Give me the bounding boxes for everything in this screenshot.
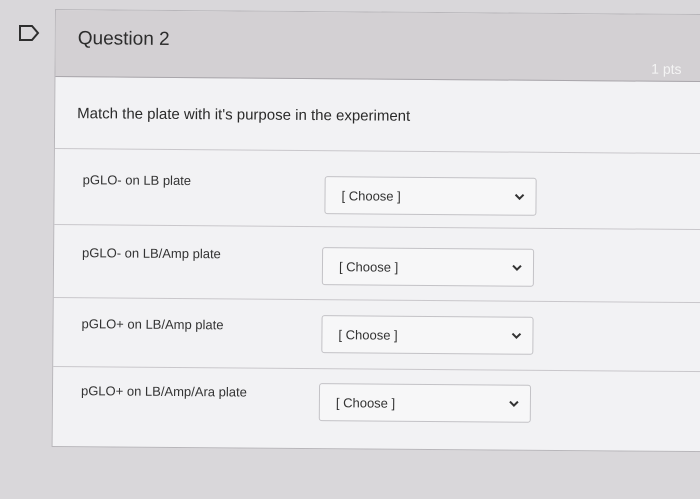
divider [54,148,700,155]
select-value: [ Choose ] [338,259,399,275]
row-label-pglo-plus-lb-amp: pGLO+ on LB/Amp plate [81,316,224,333]
divider [53,365,700,373]
match-select-4[interactable]: [ Choose ] [318,383,532,423]
divider [53,296,700,304]
chevron-down-icon [509,400,519,408]
row-label-pglo-plus-lb-amp-ara: pGLO+ on LB/Amp/Ara plate [80,383,247,400]
divider [54,224,700,231]
select-value: [ Choose ] [335,395,396,411]
row-label-pglo-minus-lb-amp: pGLO- on LB/Amp plate [82,245,221,262]
select-value: [ Choose ] [341,188,401,204]
question-card: Question 2 1 pts Match the plate with it… [51,9,700,453]
chevron-down-icon [512,264,522,272]
question-title: Question 2 [77,28,170,50]
match-select-1[interactable]: [ Choose ] [324,176,537,216]
chevron-down-icon [514,193,525,201]
question-prompt: Match the plate with it's purpose in the… [77,105,411,125]
flag-question-icon[interactable] [18,24,42,42]
points-label: 1 pts [651,60,682,77]
row-label-pglo-minus-lb: pGLO- on LB plate [82,172,192,189]
chevron-down-icon [511,332,522,340]
question-header: Question 2 1 pts [55,10,700,83]
select-value: [ Choose ] [338,327,398,343]
match-select-3[interactable]: [ Choose ] [321,315,534,355]
match-select-2[interactable]: [ Choose ] [321,247,535,287]
